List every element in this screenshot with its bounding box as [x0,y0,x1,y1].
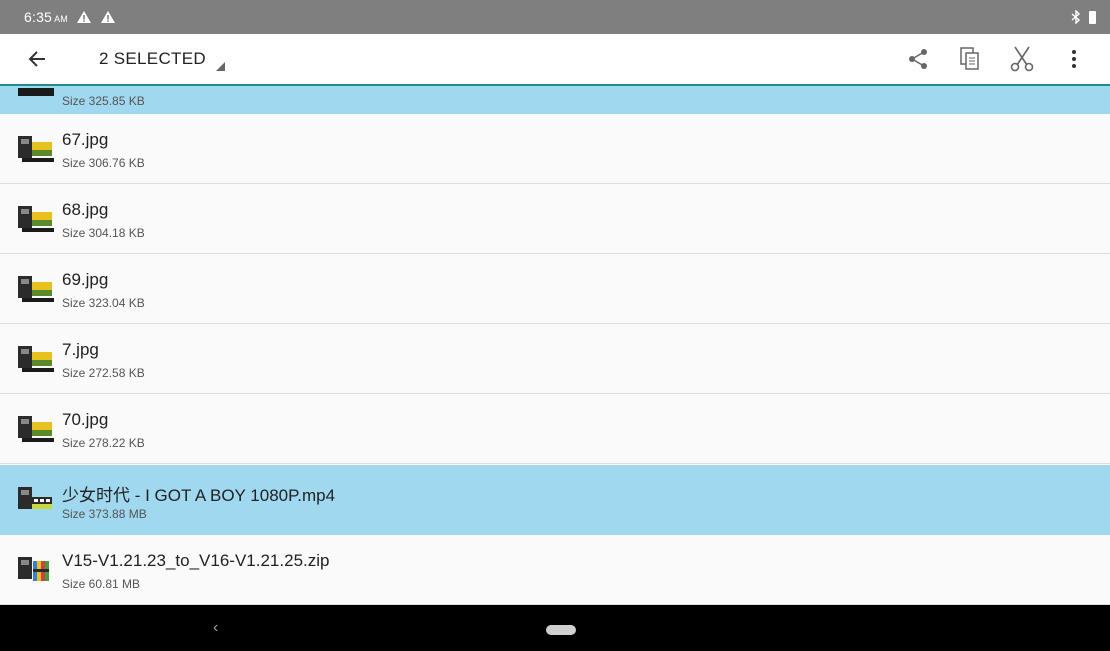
file-name: 67.jpg [62,130,109,149]
nav-home-button[interactable] [546,625,576,635]
list-item[interactable]: 70.jpg Size 278.22 KB [0,394,1110,464]
list-item[interactable]: 少女时代 - I GOT A BOY 1080P.mp4 Size 373.88… [0,465,1110,535]
copy-button[interactable] [944,37,996,81]
file-size: Size 325.85 KB [62,94,145,108]
share-icon [909,49,927,69]
scissors-icon [1010,46,1034,72]
battery-icon [1089,10,1096,24]
bluetooth-icon [1071,10,1081,24]
navigation-bar: ‹ [0,605,1110,651]
selection-action-bar: 2 SELECTED [0,34,1110,86]
file-size: Size 306.76 KB [62,156,145,170]
image-file-icon [18,276,54,302]
back-button[interactable] [21,43,53,75]
more-vert-icon [1072,50,1076,68]
file-size: Size 60.81 MB [62,577,141,591]
file-name: 69.jpg [62,270,109,289]
arrow-left-icon [28,51,45,67]
file-size: Size 304.18 KB [62,226,145,240]
list-item[interactable]: 7.jpg Size 272.58 KB [0,324,1110,394]
image-file-icon [18,136,54,162]
video-file-icon [18,487,52,509]
cut-button[interactable] [996,37,1048,81]
image-file-icon [18,416,54,442]
nav-back-button[interactable]: ‹ [213,619,227,637]
image-file-icon [18,88,54,96]
list-item[interactable]: 67.jpg Size 306.76 KB [0,114,1110,184]
file-list[interactable]: Size 325.85 KB 67.jpg Size 306.76 KB 68.… [0,86,1110,605]
file-size: Size 272.58 KB [62,366,145,380]
list-item[interactable]: 68.jpg Size 304.18 KB [0,184,1110,254]
file-name: 7.jpg [62,340,99,359]
file-name: 70.jpg [62,410,109,429]
file-size: Size 373.88 MB [62,507,147,521]
file-name: V15-V1.21.23_to_V16-V1.21.25.zip [62,551,330,570]
file-name: 68.jpg [62,200,109,219]
selection-count: 2 SELECTED [99,49,206,68]
file-size: Size 323.04 KB [62,296,145,310]
image-file-icon [18,206,54,232]
list-item[interactable]: V15-V1.21.23_to_V16-V1.21.25.zip Size 60… [0,535,1110,605]
warning-icon [76,11,91,23]
status-bar: 6:35 AM [0,0,1110,34]
archive-file-icon [18,557,49,581]
copy-icon [960,47,979,70]
list-item[interactable]: Size 325.85 KB [0,86,1110,114]
share-button[interactable] [892,37,944,81]
selection-dropdown-icon[interactable] [215,61,225,71]
warning-icon [100,11,115,23]
status-time: 6:35 AM [24,9,68,25]
image-file-icon [18,346,54,372]
file-name: 少女时代 - I GOT A BOY 1080P.mp4 [62,486,336,505]
list-item[interactable]: 69.jpg Size 323.04 KB [0,254,1110,324]
more-options-button[interactable] [1048,37,1100,81]
file-size: Size 278.22 KB [62,436,145,450]
